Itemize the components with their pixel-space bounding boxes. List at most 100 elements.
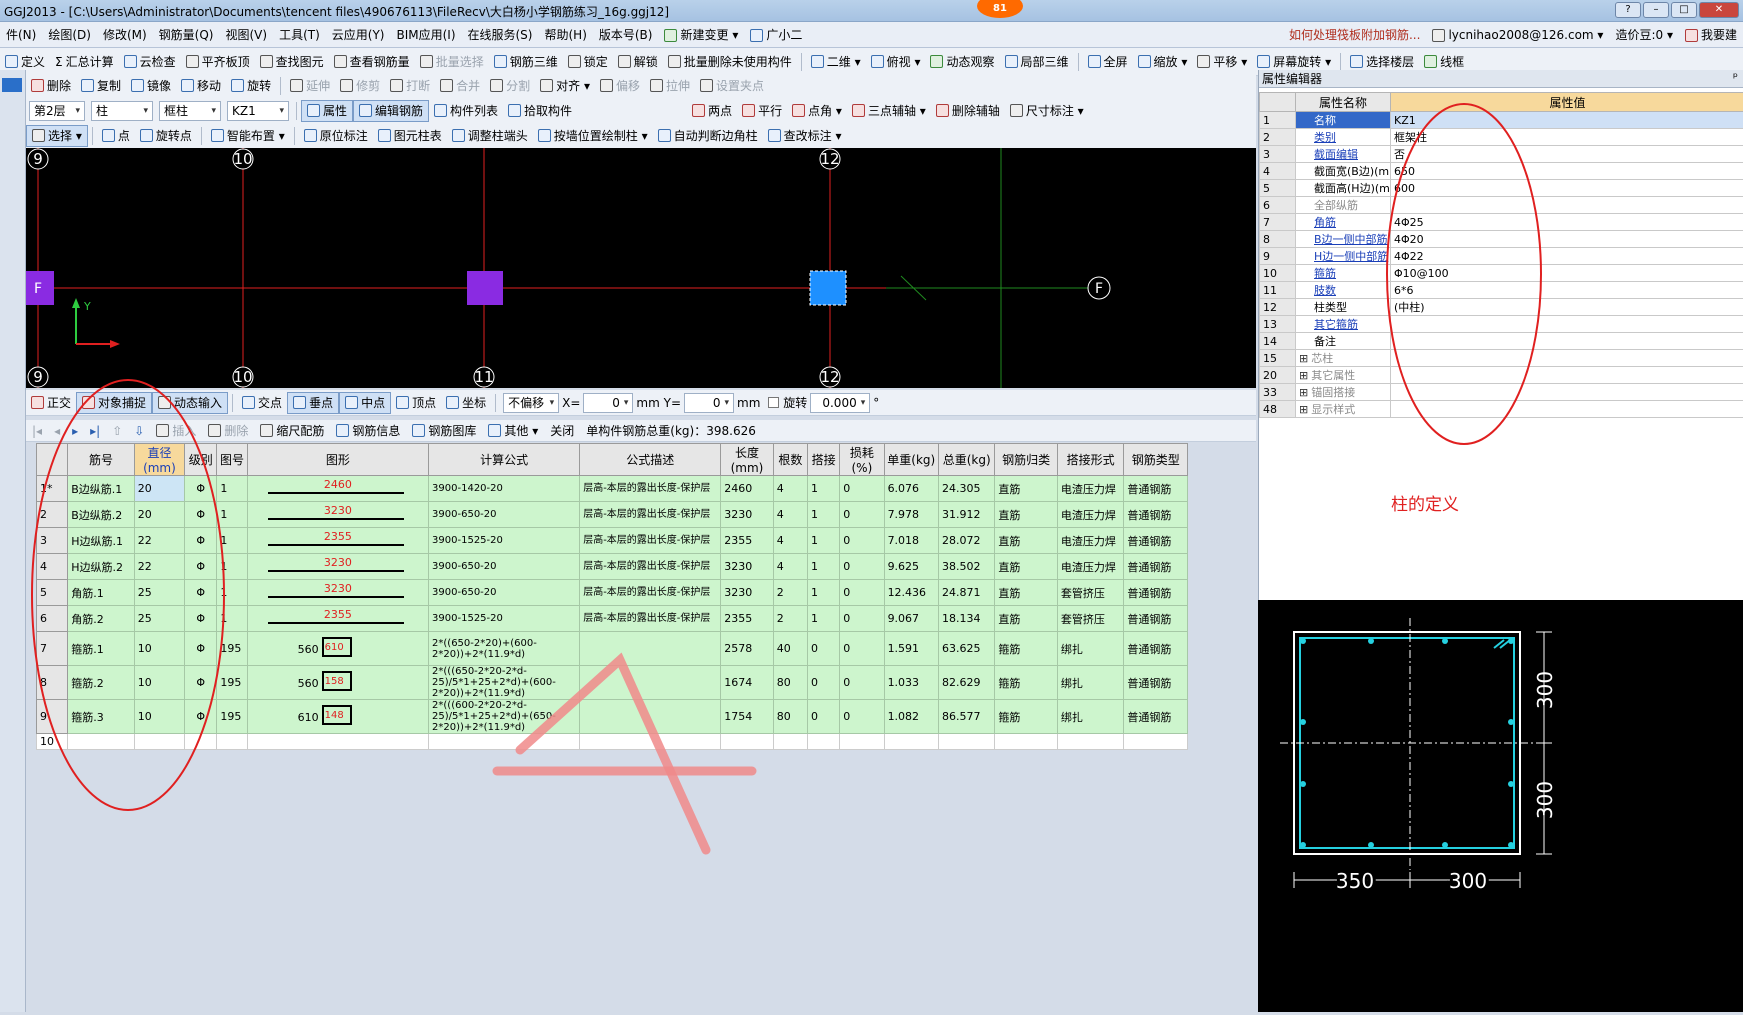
empty-cell[interactable]	[884, 734, 938, 750]
rebar-type-cell[interactable]: 普通钢筋	[1124, 580, 1188, 606]
column-table-button[interactable]: 图元柱表	[373, 125, 447, 147]
category-cell[interactable]: 直筋	[995, 528, 1057, 554]
lap-form-cell[interactable]: 电渣压力焊	[1057, 528, 1124, 554]
point-button[interactable]: 点	[97, 125, 135, 147]
category-cell[interactable]: 直筋	[995, 606, 1057, 632]
lap-cell[interactable]: 1	[807, 554, 839, 580]
align-combo[interactable]: 对齐 ▾	[535, 75, 595, 97]
unit-weight-cell[interactable]: 7.978	[884, 502, 938, 528]
rebar-type-cell[interactable]: 普通钢筋	[1124, 606, 1188, 632]
lap-cell[interactable]: 1	[807, 580, 839, 606]
loss-cell[interactable]: 0	[840, 554, 884, 580]
find-element-button[interactable]: 查找图元	[255, 51, 329, 73]
mirror-button[interactable]: 镜像	[126, 75, 176, 97]
lock-button[interactable]: 锁定	[563, 51, 613, 73]
empty-cell[interactable]	[1057, 734, 1124, 750]
column-kz1-b[interactable]	[467, 271, 503, 305]
align-slab-top-button[interactable]: 平齐板顶	[181, 51, 255, 73]
adjust-column-end-button[interactable]: 调整柱端头	[447, 125, 533, 147]
menu-assistant[interactable]: 广小二	[744, 26, 808, 43]
auto-corner-column-button[interactable]: 自动判断边角柱	[653, 125, 763, 147]
lap-form-cell[interactable]: 电渣压力焊	[1057, 476, 1124, 502]
menu-tools[interactable]: 工具(T)	[273, 26, 326, 43]
loss-cell[interactable]: 0	[840, 666, 884, 700]
total-weight-cell[interactable]: 28.072	[938, 528, 994, 554]
unit-weight-cell[interactable]: 12.436	[884, 580, 938, 606]
rebar-type-cell[interactable]: 普通钢筋	[1124, 554, 1188, 580]
menu-new-change[interactable]: 新建变更 ▾	[658, 26, 744, 43]
edit-label-combo[interactable]: 查改标注 ▾	[763, 125, 847, 147]
rotate-button[interactable]: 旋转	[226, 75, 276, 97]
suggest-link[interactable]: 我要建	[1679, 26, 1743, 43]
category-cell[interactable]: 箍筋	[995, 632, 1057, 666]
empty-cell[interactable]	[995, 734, 1057, 750]
unit-weight-cell[interactable]: 1.591	[884, 632, 938, 666]
account-menu[interactable]: lycnihao2008@126.com ▾	[1426, 28, 1609, 42]
rotate-angle-input[interactable]: 0.000	[810, 393, 870, 413]
fullscreen-button[interactable]: 全屏	[1083, 51, 1133, 73]
set-grip-button[interactable]: 设置夹点	[695, 75, 769, 97]
loss-cell[interactable]: 0	[840, 502, 884, 528]
top-view-combo[interactable]: 俯视 ▾	[866, 51, 926, 73]
loss-cell[interactable]: 0	[840, 632, 884, 666]
lap-cell[interactable]: 1	[807, 528, 839, 554]
category-cell[interactable]: 直筋	[995, 502, 1057, 528]
total-weight-cell[interactable]: 82.629	[938, 666, 994, 700]
loss-cell[interactable]: 0	[840, 700, 884, 734]
two-point-axis-button[interactable]: 两点	[687, 100, 737, 122]
unit-weight-cell[interactable]: 9.067	[884, 606, 938, 632]
lap-cell[interactable]: 1	[807, 476, 839, 502]
batch-delete-unused-button[interactable]: 批量删除未使用构件	[663, 51, 797, 73]
point-angle-combo[interactable]: 点角 ▾	[787, 100, 847, 122]
dimension-combo[interactable]: 尺寸标注 ▾	[1005, 100, 1089, 122]
unit-weight-cell[interactable]: 9.625	[884, 554, 938, 580]
category-cell[interactable]: 直筋	[995, 580, 1057, 606]
lap-cell[interactable]: 1	[807, 606, 839, 632]
rebar-type-cell[interactable]: 普通钢筋	[1124, 666, 1188, 700]
category-cell[interactable]: 直筋	[995, 476, 1057, 502]
column-kz1-selected[interactable]	[810, 271, 846, 305]
rebar-3d-button[interactable]: 钢筋三维	[489, 51, 563, 73]
trim-button[interactable]: 修剪	[335, 75, 385, 97]
unit-weight-cell[interactable]: 7.018	[884, 528, 938, 554]
menu-version[interactable]: 版本号(B)	[593, 26, 659, 43]
component-list-button[interactable]: 构件列表	[429, 100, 503, 122]
inplace-label-button[interactable]: 原位标注	[299, 125, 373, 147]
total-weight-cell[interactable]: 18.134	[938, 606, 994, 632]
rebar-type-cell[interactable]: 普通钢筋	[1124, 700, 1188, 734]
lap-cell[interactable]: 0	[807, 700, 839, 734]
rebar-type-cell[interactable]: 普通钢筋	[1124, 476, 1188, 502]
rebar-type-cell[interactable]: 普通钢筋	[1124, 632, 1188, 666]
menu-draw[interactable]: 绘图(D)	[42, 26, 97, 43]
pick-component-button[interactable]: 拾取构件	[503, 100, 577, 122]
coins-menu[interactable]: 造价豆:0 ▾	[1609, 26, 1679, 43]
loss-cell[interactable]: 0	[840, 606, 884, 632]
category-cell[interactable]: 直筋	[995, 554, 1057, 580]
offset-button[interactable]: 偏移	[595, 75, 645, 97]
extend-button[interactable]: 延伸	[285, 75, 335, 97]
empty-cell[interactable]	[938, 734, 994, 750]
view-2d-combo[interactable]: 二维 ▾	[806, 51, 866, 73]
summary-calc-button[interactable]: Σ汇总计算	[50, 51, 119, 73]
col-header-total-weight[interactable]: 总重(kg)	[938, 444, 994, 476]
delete-button[interactable]: 删除	[26, 75, 76, 97]
rebar-type-cell[interactable]: 普通钢筋	[1124, 528, 1188, 554]
lap-form-cell[interactable]: 绑扎	[1057, 632, 1124, 666]
select-combo[interactable]: 选择 ▾	[26, 125, 88, 147]
unit-weight-cell[interactable]: 6.076	[884, 476, 938, 502]
pan-combo[interactable]: 平移 ▾	[1192, 51, 1252, 73]
copy-button[interactable]: 复制	[76, 75, 126, 97]
rebar-type-cell[interactable]: 普通钢筋	[1124, 502, 1188, 528]
lap-form-cell[interactable]: 绑扎	[1057, 700, 1124, 734]
col-header-loss[interactable]: 损耗(%)	[840, 444, 884, 476]
lap-cell[interactable]: 0	[807, 666, 839, 700]
smart-layout-combo[interactable]: 智能布置 ▾	[206, 125, 290, 147]
col-header-rebar-type[interactable]: 钢筋类型	[1124, 444, 1188, 476]
empty-cell[interactable]	[807, 734, 839, 750]
edit-rebar-button[interactable]: 编辑钢筋	[353, 100, 429, 122]
lap-cell[interactable]: 0	[807, 632, 839, 666]
element-type-select[interactable]: 柱	[91, 101, 153, 121]
stretch-button[interactable]: 拉伸	[645, 75, 695, 97]
three-point-axis-combo[interactable]: 三点辅轴 ▾	[847, 100, 931, 122]
total-weight-cell[interactable]: 24.871	[938, 580, 994, 606]
